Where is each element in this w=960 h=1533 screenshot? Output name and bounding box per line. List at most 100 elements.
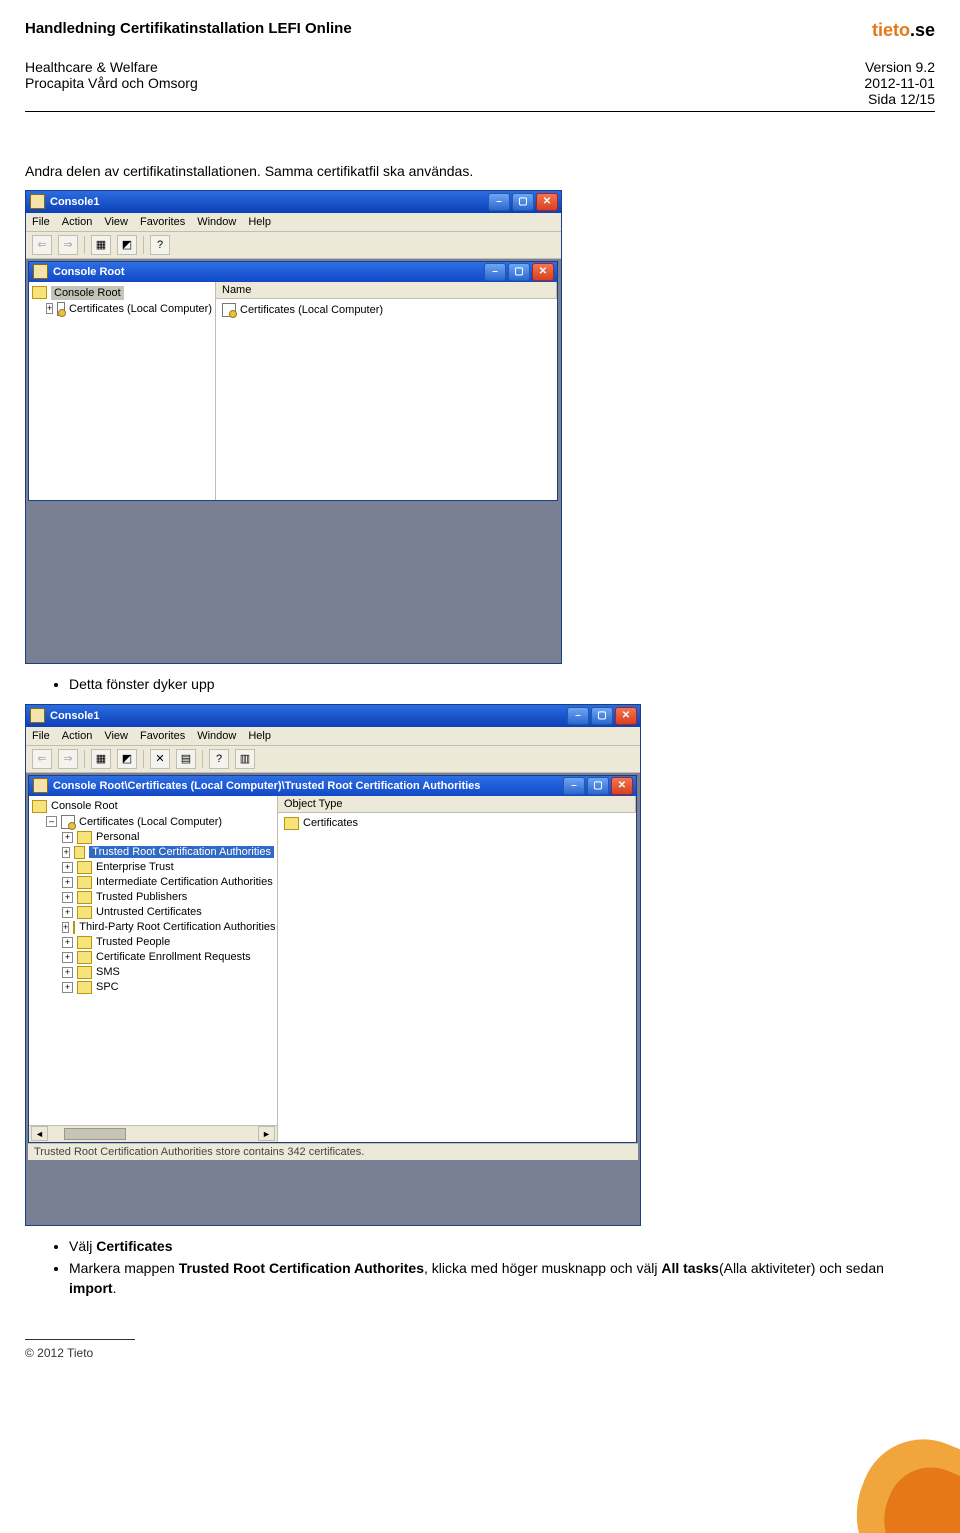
tree-pane[interactable]: Console Root + Certificates (Local Compu… xyxy=(29,282,216,500)
tool-button-3[interactable]: ✕ xyxy=(150,749,170,769)
outer-titlebar: Console1 – ▢ ✕ xyxy=(26,705,640,727)
column-name[interactable]: Name xyxy=(216,282,557,298)
tree-item-untrusted[interactable]: + Untrusted Certificates xyxy=(32,905,274,920)
help-button[interactable]: ? xyxy=(209,749,229,769)
date-text: 2012-11-01 xyxy=(864,75,935,91)
tree-l1-item[interactable]: – Certificates (Local Computer) xyxy=(32,814,274,830)
folder-icon xyxy=(77,876,92,889)
expand-icon[interactable]: + xyxy=(62,922,69,933)
expand-icon[interactable]: + xyxy=(62,937,73,948)
expand-icon[interactable]: + xyxy=(46,303,53,314)
column-header: Name xyxy=(216,282,557,299)
menu-view[interactable]: View xyxy=(104,216,128,228)
column-object-type[interactable]: Object Type xyxy=(278,796,636,812)
nav-forward-button[interactable]: ⇒ xyxy=(58,235,78,255)
column-header: Object Type xyxy=(278,796,636,813)
child-close-button[interactable]: ✕ xyxy=(611,777,633,795)
expand-icon[interactable]: + xyxy=(62,847,70,858)
tree-item-spc[interactable]: + SPC xyxy=(32,980,274,995)
menu-window[interactable]: Window xyxy=(197,216,236,228)
tree-root-item[interactable]: Console Root xyxy=(32,799,274,814)
help-button[interactable]: ? xyxy=(150,235,170,255)
tree-item-sms[interactable]: + SMS xyxy=(32,965,274,980)
list-item[interactable]: Certificates (Local Computer) xyxy=(222,302,551,318)
nav-back-button[interactable]: ⇐ xyxy=(32,749,52,769)
tree-child-label: Certificates (Local Computer) xyxy=(69,303,212,315)
window-buttons: – ▢ ✕ xyxy=(488,193,558,211)
menu-window[interactable]: Window xyxy=(197,730,236,742)
list-item-label: Certificates (Local Computer) xyxy=(240,304,383,316)
expand-icon[interactable]: + xyxy=(62,862,73,873)
tree-item-personal[interactable]: + Personal xyxy=(32,830,274,845)
nav-back-button[interactable]: ⇐ xyxy=(32,235,52,255)
bullet-list-end: Välj Certificates Markera mappen Trusted… xyxy=(25,1236,935,1299)
scroll-right-icon[interactable]: ► xyxy=(258,1126,275,1141)
split-pane: Console Root – Certificates (Local Compu… xyxy=(29,796,636,1142)
outer-titlebar: Console1 – ▢ ✕ xyxy=(26,191,561,213)
scroll-thumb[interactable] xyxy=(64,1128,126,1140)
tree-root-label: Console Root xyxy=(51,800,118,812)
tree-item-third-party-root[interactable]: + Third-Party Root Certification Authori… xyxy=(32,920,274,935)
expand-icon[interactable]: + xyxy=(62,982,73,993)
menu-file[interactable]: File xyxy=(32,730,50,742)
expand-icon[interactable]: + xyxy=(62,877,73,888)
tree-scrollbar[interactable]: ◄ ► xyxy=(29,1125,277,1142)
tool-button-4[interactable]: ▤ xyxy=(176,749,196,769)
menu-action[interactable]: Action xyxy=(62,730,93,742)
list-pane[interactable]: Object Type Certificates xyxy=(278,796,636,1142)
tool-button-2[interactable]: ◩ xyxy=(117,235,137,255)
expand-icon[interactable]: + xyxy=(62,952,73,963)
tree-item-cert-enrollment[interactable]: + Certificate Enrollment Requests xyxy=(32,950,274,965)
tree-child-item[interactable]: + Certificates (Local Computer) xyxy=(32,301,212,317)
maximize-button[interactable]: ▢ xyxy=(512,193,534,211)
tool-button-1[interactable]: ▦ xyxy=(91,235,111,255)
child-minimize-button[interactable]: – xyxy=(484,263,506,281)
minimize-button[interactable]: – xyxy=(567,707,589,725)
menu-view[interactable]: View xyxy=(104,730,128,742)
list-pane[interactable]: Name Certificates (Local Computer) xyxy=(216,282,557,500)
close-button[interactable]: ✕ xyxy=(615,707,637,725)
tool-button-1[interactable]: ▦ xyxy=(91,749,111,769)
tree-item-trusted-people[interactable]: + Trusted People xyxy=(32,935,274,950)
scroll-left-icon[interactable]: ◄ xyxy=(31,1126,48,1141)
expand-icon[interactable]: + xyxy=(62,832,73,843)
list-item-certificates[interactable]: Certificates xyxy=(284,816,630,831)
expand-icon[interactable]: + xyxy=(62,892,73,903)
close-button[interactable]: ✕ xyxy=(536,193,558,211)
menu-file[interactable]: File xyxy=(32,216,50,228)
child-maximize-button[interactable]: ▢ xyxy=(587,777,609,795)
mmc-icon xyxy=(30,194,45,209)
tree-root-label: Console Root xyxy=(51,286,124,300)
menu-favorites[interactable]: Favorites xyxy=(140,216,185,228)
menu-action[interactable]: Action xyxy=(62,216,93,228)
tree-root-item[interactable]: Console Root xyxy=(32,285,212,301)
menu-favorites[interactable]: Favorites xyxy=(140,730,185,742)
menubar: File Action View Favorites Window Help xyxy=(26,213,561,232)
tool-button-2[interactable]: ◩ xyxy=(117,749,137,769)
menu-help[interactable]: Help xyxy=(248,730,271,742)
mmc-icon xyxy=(33,264,48,279)
nav-forward-button[interactable]: ⇒ xyxy=(58,749,78,769)
toolbar-separator xyxy=(84,750,85,768)
child-close-button[interactable]: ✕ xyxy=(532,263,554,281)
version-text: Version 9.2 xyxy=(864,59,935,75)
list-body: Certificates xyxy=(278,813,636,834)
tree-pane[interactable]: Console Root – Certificates (Local Compu… xyxy=(29,796,278,1142)
brand-logo: tieto.se xyxy=(872,20,935,41)
maximize-button[interactable]: ▢ xyxy=(591,707,613,725)
minimize-button[interactable]: – xyxy=(488,193,510,211)
expand-icon[interactable]: + xyxy=(62,907,73,918)
list-body: Certificates (Local Computer) xyxy=(216,299,557,321)
collapse-icon[interactable]: – xyxy=(46,816,57,827)
child-minimize-button[interactable]: – xyxy=(563,777,585,795)
tool-button-5[interactable]: ▥ xyxy=(235,749,255,769)
subtitle-line1: Healthcare & Welfare xyxy=(25,59,198,75)
mmc-icon xyxy=(30,708,45,723)
child-maximize-button[interactable]: ▢ xyxy=(508,263,530,281)
tree-item-trusted-publishers[interactable]: + Trusted Publishers xyxy=(32,890,274,905)
menu-help[interactable]: Help xyxy=(248,216,271,228)
tree-item-enterprise-trust[interactable]: + Enterprise Trust xyxy=(32,860,274,875)
tree-item-intermediate-ca[interactable]: + Intermediate Certification Authorities xyxy=(32,875,274,890)
tree-item-trusted-root[interactable]: + Trusted Root Certification Authorities xyxy=(32,845,274,860)
expand-icon[interactable]: + xyxy=(62,967,73,978)
